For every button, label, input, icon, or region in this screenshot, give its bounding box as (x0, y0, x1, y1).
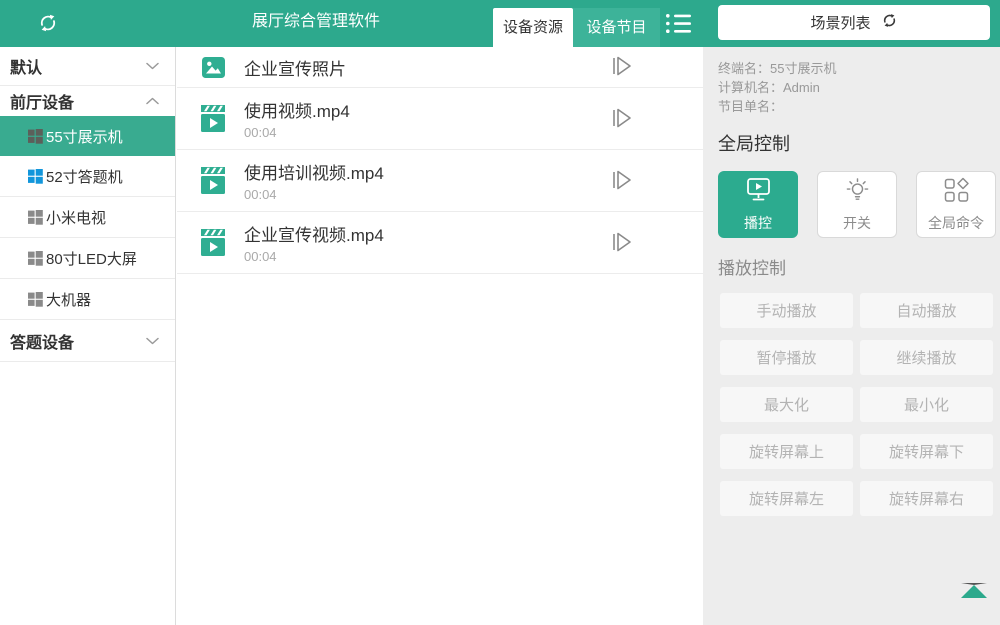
sidebar-group-quiz-devices[interactable]: 答题设备 (0, 320, 175, 362)
app-title: 展厅综合管理软件 (252, 0, 380, 44)
global-command-button[interactable]: 全局命令 (916, 171, 996, 238)
media-duration: 00:04 (244, 249, 384, 264)
windows-logo-icon (28, 251, 43, 266)
sidebar-item-xiaomi-tv[interactable]: 小米电视 (0, 197, 175, 238)
play-button[interactable] (606, 167, 636, 195)
media-row-video[interactable]: 使用视频.mp4 00:04 (177, 88, 703, 150)
sidebar-item-55inch-display[interactable]: 55寸展示机 (0, 116, 175, 156)
device-label: 52寸答题机 (46, 166, 123, 187)
sync-button[interactable] (36, 12, 60, 36)
sidebar-group-front-hall[interactable]: 前厅设备 (0, 86, 175, 116)
video-file-icon (201, 105, 225, 132)
chevron-down-icon (146, 332, 159, 350)
media-title: 使用培训视频.mp4 (244, 159, 384, 184)
button-label: 开关 (843, 213, 871, 233)
image-file-icon (201, 57, 225, 78)
sidebar-item-big-machine[interactable]: 大机器 (0, 279, 175, 320)
device-label: 小米电视 (46, 207, 106, 228)
rotate-screen-down-button[interactable]: 旋转屏幕下 (860, 434, 993, 469)
chevron-up-icon (146, 92, 159, 110)
media-duration: 00:04 (244, 187, 384, 202)
media-resource-list: 企业宣传照片 使用视频.mp4 00:04 (177, 47, 703, 625)
scene-list-label: 场景列表 (810, 12, 870, 33)
sidebar-item-80inch-led[interactable]: 80寸LED大屏 (0, 238, 175, 279)
windows-logo-icon (28, 210, 43, 225)
manual-play-button[interactable]: 手动播放 (720, 293, 853, 328)
play-button[interactable] (606, 229, 636, 257)
global-control-heading: 全局控制 (718, 130, 1000, 156)
sidebar-group-default[interactable]: 默认 (0, 47, 175, 86)
computer-name-line: 计算机名：Admin (718, 78, 1000, 97)
play-outline-icon (607, 243, 635, 258)
play-outline-icon (607, 67, 635, 82)
video-file-icon (201, 167, 225, 194)
computer-name-value: Admin (783, 80, 820, 95)
media-row-video[interactable]: 使用培训视频.mp4 00:04 (177, 150, 703, 212)
playlist-name-line: 节目单名： (718, 97, 1000, 116)
device-control-panel: 终端名：55寸展示机 计算机名：Admin 节目单名： 全局控制 播控 (703, 47, 1000, 625)
global-control-buttons: 播控 开关 全局命令 (718, 171, 1000, 238)
group-label: 前厅设备 (10, 89, 74, 113)
media-row-video[interactable]: 企业宣传视频.mp4 00:04 (177, 212, 703, 274)
rotate-screen-right-button[interactable]: 旋转屏幕右 (860, 481, 993, 516)
scene-list-button[interactable]: 场景列表 (718, 5, 990, 40)
resume-play-button[interactable]: 继续播放 (860, 340, 993, 375)
scroll-top-icon[interactable] (961, 583, 987, 598)
terminal-name-value: 55寸展示机 (770, 61, 836, 76)
monitor-play-icon (743, 177, 774, 207)
media-duration: 00:04 (244, 125, 350, 140)
minimize-button[interactable]: 最小化 (860, 387, 993, 422)
media-title: 使用视频.mp4 (244, 97, 350, 122)
lightbulb-icon (844, 177, 871, 207)
command-grid-icon (943, 177, 970, 207)
windows-logo-icon (28, 292, 43, 307)
sidebar-item-52inch-quiz[interactable]: 52寸答题机 (0, 156, 175, 197)
media-title: 企业宣传照片 (244, 55, 346, 80)
broadcast-control-button[interactable]: 播控 (718, 171, 798, 238)
play-button[interactable] (606, 105, 636, 133)
windows-logo-icon (28, 169, 43, 184)
maximize-button[interactable]: 最大化 (720, 387, 853, 422)
list-icon (665, 23, 692, 38)
play-outline-icon (607, 119, 635, 134)
tab-device-resources[interactable]: 设备资源 (493, 8, 573, 47)
playback-control-heading: 播放控制 (718, 254, 1000, 279)
media-row-photo[interactable]: 企业宣传照片 (177, 47, 703, 88)
group-label: 答题设备 (10, 329, 74, 353)
power-switch-button[interactable]: 开关 (817, 171, 897, 238)
terminal-name-line: 终端名：55寸展示机 (718, 59, 1000, 78)
windows-logo-icon (28, 129, 43, 144)
button-label: 播控 (744, 213, 772, 233)
tab-device-programs[interactable]: 设备节目 (573, 8, 660, 47)
play-outline-icon (607, 181, 635, 196)
video-file-icon (201, 229, 225, 256)
playback-control-buttons: 手动播放 自动播放 暂停播放 继续播放 最大化 最小化 旋转屏幕上 旋转屏幕下 … (720, 293, 1000, 516)
rotate-screen-left-button[interactable]: 旋转屏幕左 (720, 481, 853, 516)
chevron-down-icon (146, 57, 159, 75)
rotate-screen-up-button[interactable]: 旋转屏幕上 (720, 434, 853, 469)
device-label: 大机器 (46, 289, 91, 310)
pause-play-button[interactable]: 暂停播放 (720, 340, 853, 375)
auto-play-button[interactable]: 自动播放 (860, 293, 993, 328)
sync-icon (37, 22, 59, 37)
play-button[interactable] (606, 53, 636, 81)
media-title: 企业宣传视频.mp4 (244, 221, 384, 246)
group-label: 默认 (10, 54, 42, 78)
device-tree-sidebar: 默认 前厅设备 55寸展示机 52寸答题机 小米电视 80寸LED大屏 (0, 47, 176, 625)
device-label: 80寸LED大屏 (46, 248, 137, 269)
device-label: 55寸展示机 (46, 126, 123, 147)
list-menu-button[interactable] (664, 12, 692, 36)
top-bar: 展厅综合管理软件 设备资源 设备节目 场景列表 (0, 0, 1000, 47)
button-label: 全局命令 (928, 213, 984, 233)
refresh-icon (881, 12, 898, 33)
